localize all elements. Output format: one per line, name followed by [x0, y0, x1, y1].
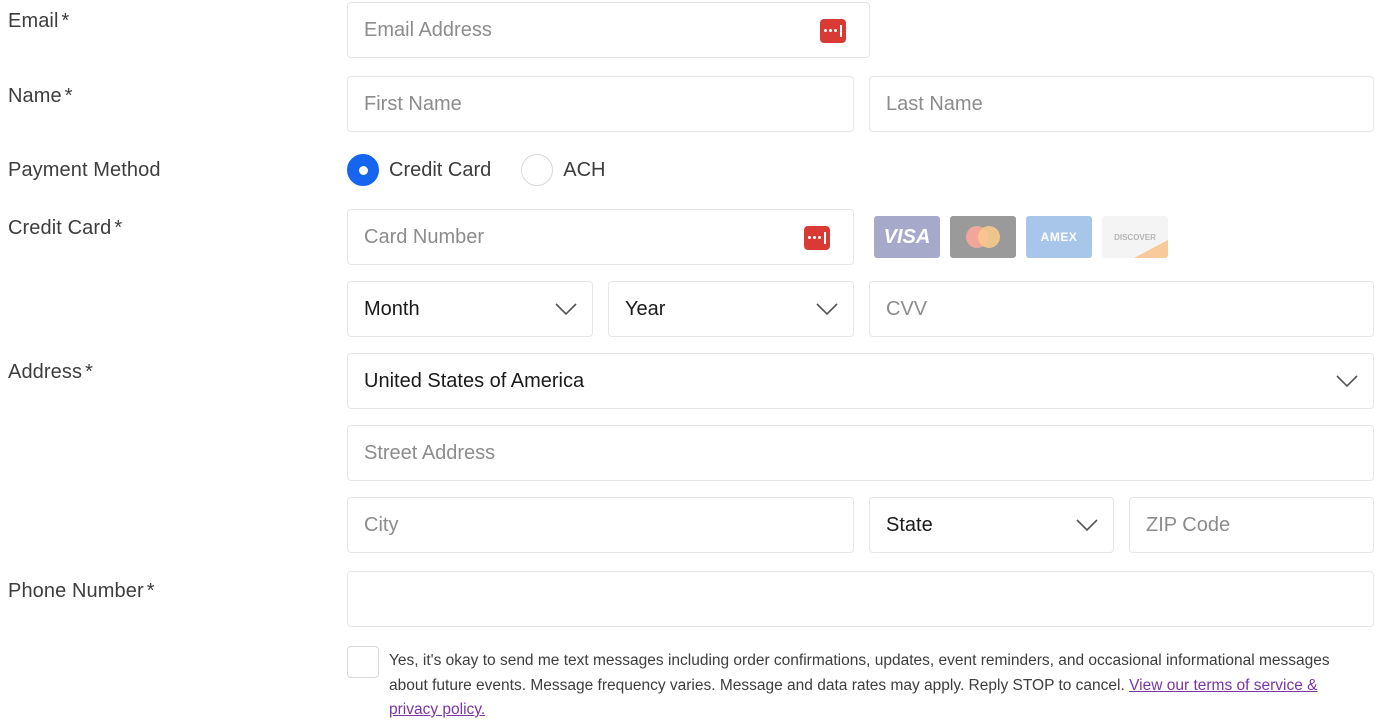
state-select[interactable]: State	[869, 497, 1114, 553]
password-manager-icon[interactable]	[820, 19, 846, 43]
phone-label: Phone Number *	[8, 580, 155, 603]
year-select-value: Year	[625, 297, 666, 320]
email-label: Email *	[8, 10, 69, 33]
payment-method-group: Credit Card ACH	[347, 150, 636, 190]
street-address-placeholder: Street Address	[364, 441, 496, 464]
required-mark: *	[61, 10, 70, 32]
country-select[interactable]: United States of America	[347, 353, 1374, 409]
phone-number-field[interactable]	[347, 571, 1374, 627]
credit-card-label: Credit Card *	[8, 217, 122, 240]
first-name-field[interactable]: First Name	[347, 76, 854, 132]
mastercard-logo	[950, 216, 1016, 258]
address-label-text: Address	[8, 361, 83, 383]
sms-consent-checkbox[interactable]	[347, 646, 379, 678]
name-label-text: Name	[8, 85, 62, 107]
city-placeholder: City	[364, 513, 399, 536]
chevron-down-icon	[555, 303, 577, 316]
card-number-field[interactable]: Card Number	[347, 209, 854, 265]
last-name-placeholder: Last Name	[886, 92, 983, 115]
visa-logo-text: VISA	[883, 225, 931, 248]
payment-method-label: Payment Method	[8, 159, 161, 182]
chevron-down-icon	[1336, 375, 1358, 388]
mastercard-circles-icon	[966, 226, 1000, 248]
address-label: Address *	[8, 361, 93, 384]
required-mark: *	[85, 361, 93, 383]
cvv-placeholder: CVV	[886, 297, 928, 320]
sms-consent-text: Yes, it's okay to send me text messages …	[389, 649, 1364, 721]
zip-code-field[interactable]: ZIP Code	[1129, 497, 1374, 553]
password-manager-icon[interactable]	[804, 226, 830, 250]
state-select-value: State	[886, 513, 933, 536]
street-address-field[interactable]: Street Address	[347, 425, 1374, 481]
ach-radio-label[interactable]: ACH	[563, 159, 605, 182]
phone-label-text: Phone Number	[8, 580, 144, 602]
required-mark: *	[114, 217, 123, 239]
email-placeholder: Email Address	[364, 18, 492, 41]
year-select[interactable]: Year	[608, 281, 854, 337]
discover-logo: DISCOVER	[1102, 216, 1168, 258]
visa-logo: VISA	[874, 216, 940, 258]
ach-radio[interactable]	[521, 154, 554, 186]
name-label: Name *	[8, 85, 73, 108]
first-name-placeholder: First Name	[364, 92, 462, 115]
email-field[interactable]: Email Address	[347, 2, 870, 58]
discover-stripe-icon	[1134, 240, 1168, 258]
credit-card-radio-label[interactable]: Credit Card	[389, 159, 491, 182]
chevron-down-icon	[1076, 519, 1098, 532]
amex-logo-text: AMEX	[1040, 230, 1078, 244]
amex-logo: AMEX	[1026, 216, 1092, 258]
cvv-field[interactable]: CVV	[869, 281, 1374, 337]
required-mark: *	[146, 580, 155, 602]
month-select-value: Month	[364, 297, 420, 320]
email-label-text: Email	[8, 10, 59, 32]
chevron-down-icon	[816, 303, 838, 316]
payment-method-label-text: Payment Method	[8, 159, 161, 181]
card-number-placeholder: Card Number	[364, 225, 485, 248]
zip-code-placeholder: ZIP Code	[1146, 513, 1231, 536]
city-field[interactable]: City	[347, 497, 854, 553]
country-select-value: United States of America	[364, 369, 585, 392]
credit-card-label-text: Credit Card	[8, 217, 112, 239]
last-name-field[interactable]: Last Name	[869, 76, 1374, 132]
credit-card-radio[interactable]	[347, 154, 379, 186]
required-mark: *	[64, 85, 73, 107]
month-select[interactable]: Month	[347, 281, 593, 337]
